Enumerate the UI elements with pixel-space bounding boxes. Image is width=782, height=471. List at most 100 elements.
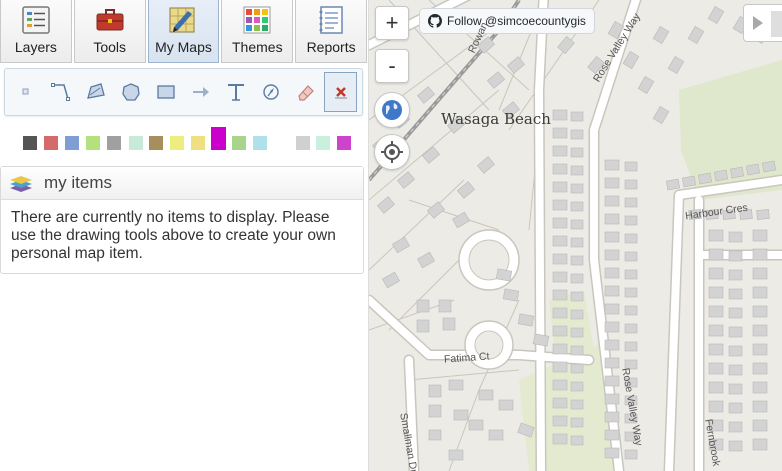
color-swatch[interactable] (149, 136, 163, 150)
building (570, 129, 584, 140)
zoom-in-button[interactable]: + (375, 6, 409, 40)
themes-icon (242, 5, 272, 35)
building (382, 271, 400, 289)
github-icon (428, 14, 442, 28)
cancel-button[interactable] (324, 72, 357, 112)
tab-reports[interactable]: Reports (295, 0, 367, 63)
left-panel: Layers Tools My Maps Themes Reports my i… (0, 0, 369, 471)
color-swatch[interactable] (170, 136, 184, 150)
building (552, 415, 568, 427)
building (452, 211, 470, 229)
map-side-panel-toggle[interactable] (743, 4, 782, 42)
color-swatch[interactable] (65, 136, 79, 150)
building (570, 147, 584, 158)
building (468, 419, 484, 431)
building (570, 201, 584, 212)
tab-layers[interactable]: Layers (0, 0, 72, 63)
building (681, 175, 697, 188)
building (570, 345, 584, 356)
building (570, 435, 584, 446)
toolbox-icon (95, 5, 125, 35)
color-swatch[interactable] (191, 136, 205, 150)
color-swatch[interactable] (211, 127, 226, 150)
building (624, 161, 638, 172)
building (570, 399, 584, 410)
tab-my-maps[interactable]: My Maps (147, 0, 220, 63)
building (624, 341, 638, 352)
building (570, 183, 584, 194)
building (604, 429, 620, 441)
building (604, 195, 620, 207)
building (728, 421, 743, 433)
building (713, 169, 729, 182)
building (708, 381, 724, 394)
building (728, 307, 743, 319)
color-swatch[interactable] (296, 136, 310, 150)
eraser-button[interactable] (289, 72, 322, 112)
building (604, 231, 620, 243)
building (752, 286, 768, 299)
circle-tool-icon (121, 83, 140, 101)
drawing-toolbar (4, 68, 363, 116)
github-follow-button[interactable]: Follow @simcoecountygis (419, 8, 595, 34)
building (756, 209, 770, 220)
text-tool-button[interactable] (219, 72, 252, 112)
building (622, 51, 640, 69)
building (752, 362, 768, 375)
map-view[interactable]: + - Follow @simcoecountygis Wasaga Beach… (369, 0, 782, 471)
map-basemap[interactable] (369, 0, 782, 471)
building (552, 325, 568, 337)
stacked-layers-icon (10, 176, 32, 192)
building (552, 109, 568, 121)
my-items-empty-message: There are currently no items to display.… (11, 209, 336, 262)
tab-themes-label: Themes (232, 39, 283, 55)
building (552, 163, 568, 175)
polygon-tool-button[interactable] (79, 72, 112, 112)
reports-icon (316, 5, 346, 35)
tab-tools-label: Tools (93, 39, 127, 55)
color-swatch[interactable] (86, 136, 100, 150)
building (708, 343, 724, 356)
my-maps-icon (168, 5, 198, 35)
color-swatch[interactable] (23, 136, 37, 150)
color-swatch[interactable] (129, 136, 143, 150)
building (697, 172, 713, 185)
building (687, 26, 705, 44)
line-tool-icon (50, 83, 70, 101)
building (417, 86, 435, 104)
color-swatch[interactable] (44, 136, 58, 150)
building (604, 375, 620, 387)
building (552, 343, 568, 355)
circle-tool-button[interactable] (114, 72, 147, 112)
building (570, 417, 584, 428)
color-swatch[interactable] (107, 136, 121, 150)
point-tool-button[interactable] (9, 72, 42, 112)
rectangle-tool-button[interactable] (149, 72, 182, 112)
tab-themes[interactable]: Themes (221, 0, 294, 63)
building (728, 326, 743, 338)
tab-tools[interactable]: Tools (73, 0, 146, 63)
building (552, 361, 568, 373)
building (728, 250, 743, 262)
building (624, 449, 638, 460)
arrow-tool-button[interactable] (184, 72, 217, 112)
building (604, 249, 620, 261)
color-swatch[interactable] (316, 136, 330, 150)
bearing-tool-button[interactable] (254, 72, 287, 112)
building (488, 429, 504, 441)
building (708, 286, 724, 299)
my-items-title: my items (44, 173, 112, 192)
zoom-out-button[interactable]: - (375, 49, 409, 83)
color-swatch[interactable] (253, 136, 267, 150)
locate-button[interactable] (374, 134, 410, 170)
building (708, 248, 724, 261)
color-swatch[interactable] (337, 136, 351, 150)
building (745, 163, 761, 176)
building (570, 255, 584, 266)
color-swatch[interactable] (232, 136, 246, 150)
line-tool-button[interactable] (44, 72, 77, 112)
globe-button[interactable] (374, 92, 410, 128)
building (604, 357, 620, 369)
crosshair-icon (381, 141, 403, 163)
building (570, 165, 584, 176)
